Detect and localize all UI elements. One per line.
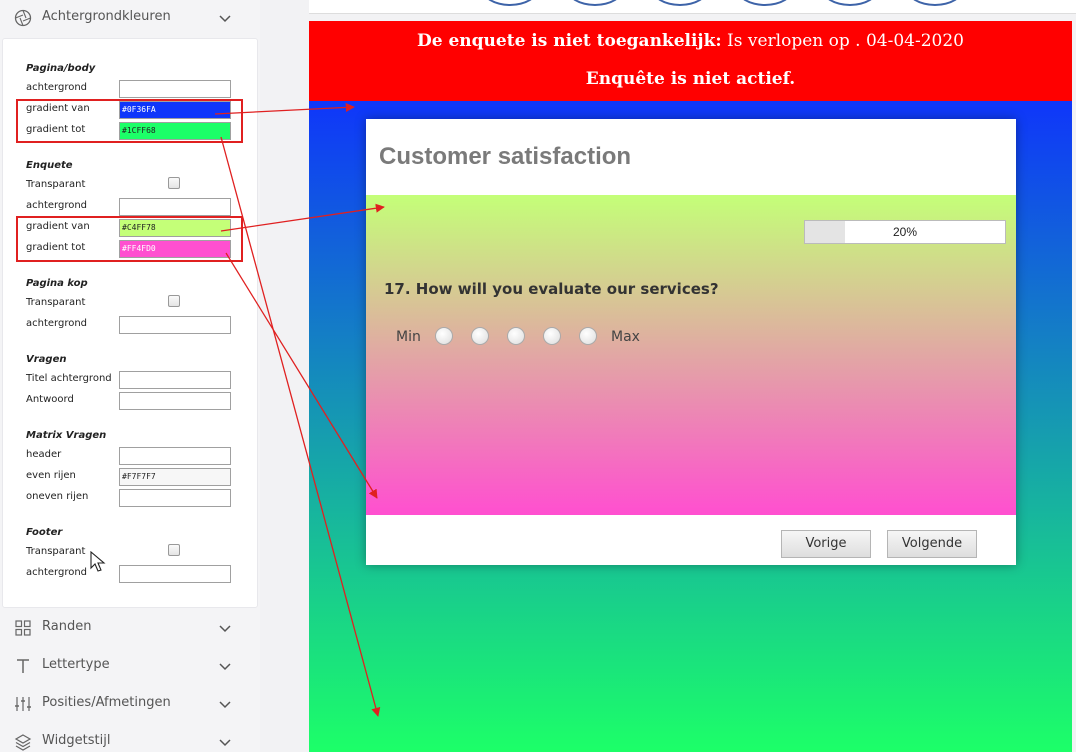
label-page-background: achtergrond xyxy=(26,82,88,93)
rating-radio-2[interactable] xyxy=(471,327,489,345)
label-answer: Antwoord xyxy=(26,394,74,405)
input-matrix-header[interactable] xyxy=(119,447,231,465)
label-survey-background: achtergrond xyxy=(26,200,88,211)
input-footer-background[interactable] xyxy=(119,565,231,583)
label-footer-transparent: Transparant xyxy=(26,546,86,557)
survey-body: 20% 17. How will you evaluate our servic… xyxy=(366,195,1016,515)
scale-max-label: Max xyxy=(611,329,640,345)
section-title-footer: Footer xyxy=(26,527,63,538)
chevron-down-icon xyxy=(219,15,231,23)
accordion-label: Randen xyxy=(42,619,92,634)
progress-bar: 20% xyxy=(804,220,1006,244)
input-survey-background[interactable] xyxy=(119,198,231,216)
label-footer-background: achtergrond xyxy=(26,567,88,578)
page-gradient-background: Customer satisfaction 20% 17. How will y… xyxy=(309,101,1072,752)
progress-text: 20% xyxy=(892,225,918,239)
accordion-font[interactable]: Lettertype xyxy=(0,648,260,684)
accordion-label: Widgetstijl xyxy=(42,733,111,748)
question-title: 17. How will you evaluate our services? xyxy=(384,280,719,298)
accordion-positions[interactable]: Posities/Afmetingen xyxy=(0,686,260,722)
rating-radio-5[interactable] xyxy=(579,327,597,345)
accordion-label: Lettertype xyxy=(42,657,110,672)
settings-panel: Achtergrondkleuren Pagina/body achtergro… xyxy=(0,0,260,752)
banner-expired-text: Is verlopen op . 04-04-2020 xyxy=(721,31,964,51)
next-button[interactable]: Volgende xyxy=(887,530,977,558)
checkbox-header-transparent[interactable] xyxy=(168,295,180,307)
step-circle[interactable] xyxy=(906,0,964,6)
label-odd-rows: oneven rijen xyxy=(26,491,89,502)
rating-radio-1[interactable] xyxy=(435,327,453,345)
section-title-page-header: Pagina kop xyxy=(26,278,88,289)
banner-line-inactive: Enquête is niet actief. xyxy=(585,69,796,89)
scale-min-label: Min xyxy=(396,329,421,345)
chevron-down-icon xyxy=(219,701,231,709)
grid-icon xyxy=(15,620,31,636)
chevron-down-icon xyxy=(219,739,231,747)
label-header-transparent: Transparant xyxy=(26,297,86,308)
highlight-box-page-gradient xyxy=(16,99,243,143)
aperture-icon xyxy=(14,9,32,27)
input-answer[interactable] xyxy=(119,392,231,410)
accordion-widget-style[interactable]: Widgetstijl xyxy=(0,724,260,752)
accordion-label: Achtergrondkleuren xyxy=(42,9,171,24)
survey-inactive-banner: De enquete is niet toegankelijk: Is verl… xyxy=(309,21,1072,101)
mouse-cursor-icon xyxy=(90,551,106,572)
section-title-page-body: Pagina/body xyxy=(26,63,96,74)
chevron-down-icon xyxy=(219,663,231,671)
rating-radio-3[interactable] xyxy=(507,327,525,345)
label-even-rows: even rijen xyxy=(26,470,76,481)
step-circle[interactable] xyxy=(481,0,539,6)
input-header-background[interactable] xyxy=(119,316,231,334)
accordion-label: Posities/Afmetingen xyxy=(42,695,171,710)
checkbox-footer-transparent[interactable] xyxy=(168,544,180,556)
highlight-box-survey-gradient xyxy=(16,216,243,262)
section-title-survey: Enquete xyxy=(26,160,73,171)
input-odd-rows[interactable] xyxy=(119,489,231,507)
section-title-questions: Vragen xyxy=(26,354,67,365)
label-header-background: achtergrond xyxy=(26,318,88,329)
accordion-borders[interactable]: Randen xyxy=(0,610,260,646)
banner-line-expired: De enquete is niet toegankelijk: Is verl… xyxy=(309,31,1072,51)
input-title-background[interactable] xyxy=(119,371,231,389)
label-matrix-header: header xyxy=(26,449,62,460)
step-circle[interactable] xyxy=(651,0,709,6)
chevron-down-icon xyxy=(219,625,231,633)
type-icon xyxy=(17,659,29,673)
step-circle[interactable] xyxy=(566,0,624,6)
banner-bold-text: De enquete is niet toegankelijk: xyxy=(417,31,722,51)
top-navigation-strip xyxy=(309,0,1076,14)
checkbox-survey-transparent[interactable] xyxy=(168,177,180,189)
input-even-rows[interactable]: #F7F7F7 xyxy=(119,468,231,486)
section-title-matrix: Matrix Vragen xyxy=(26,430,107,441)
survey-title: Customer satisfaction xyxy=(379,143,632,170)
rating-radio-4[interactable] xyxy=(543,327,561,345)
layers-icon xyxy=(14,734,32,751)
accordion-background-colors[interactable]: Achtergrondkleuren xyxy=(0,0,260,36)
label-survey-transparent: Transparant xyxy=(26,179,86,190)
previous-button[interactable]: Vorige xyxy=(781,530,871,558)
survey-card: Customer satisfaction 20% 17. How will y… xyxy=(366,119,1016,565)
sliders-icon xyxy=(15,697,31,711)
step-circle[interactable] xyxy=(736,0,794,6)
label-title-background: Titel achtergrond xyxy=(26,373,112,384)
survey-preview: De enquete is niet toegankelijk: Is verl… xyxy=(309,0,1076,752)
step-circle[interactable] xyxy=(821,0,879,6)
input-page-background[interactable] xyxy=(119,80,231,98)
